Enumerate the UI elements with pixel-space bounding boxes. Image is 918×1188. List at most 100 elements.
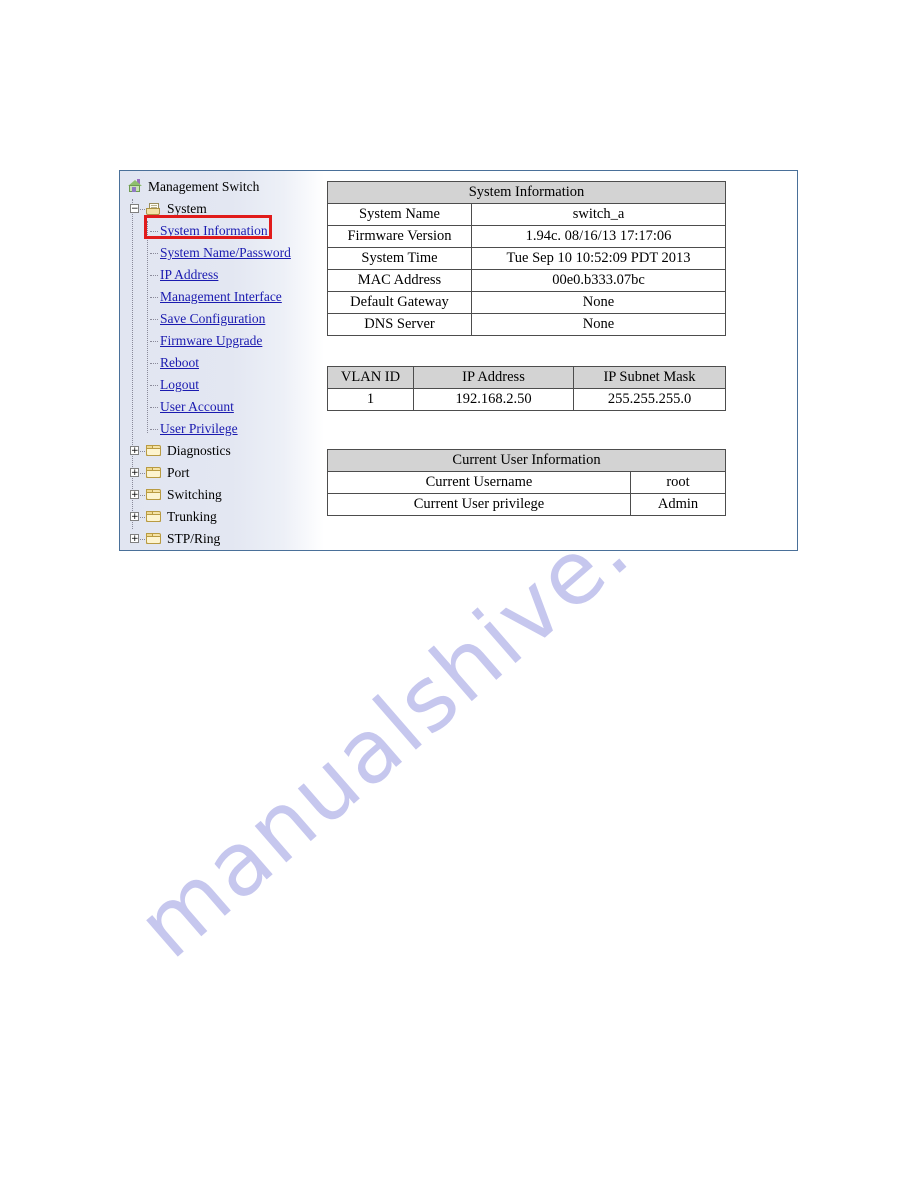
table-row: System Time Tue Sep 10 10:52:09 PDT 2013 bbox=[327, 247, 726, 270]
table-header-row: System Information bbox=[327, 181, 726, 204]
table-row: 1 192.168.2.50 255.255.255.0 bbox=[327, 388, 726, 411]
row-value: Tue Sep 10 10:52:09 PDT 2013 bbox=[471, 247, 726, 270]
row-label: Current Username bbox=[327, 471, 631, 494]
home-icon bbox=[126, 179, 143, 194]
collapse-expander-icon[interactable]: − bbox=[130, 204, 139, 214]
tree-item-firmware-upgrade[interactable]: Firmware Upgrade bbox=[122, 330, 324, 352]
table-header-row: VLAN ID IP Address IP Subnet Mask bbox=[327, 366, 726, 389]
tree-item-stp-ring[interactable]: + STP/Ring bbox=[122, 528, 324, 550]
row-value: switch_a bbox=[471, 203, 726, 226]
switch-web-ui-panel: Management Switch − System System Inform… bbox=[119, 170, 798, 551]
tree-item-label[interactable]: System Information bbox=[160, 220, 268, 242]
tree-item-system-name-password[interactable]: System Name/Password bbox=[122, 242, 324, 264]
table-header-row: Current User Information bbox=[327, 449, 726, 472]
table-cell: 1 bbox=[327, 388, 414, 411]
tree-connector-line bbox=[150, 407, 158, 408]
tree-item-trunking[interactable]: + Trunking bbox=[122, 506, 324, 528]
vlan-ip-table: VLAN ID IP Address IP Subnet Mask 1 192.168… bbox=[327, 366, 726, 411]
expand-expander-icon[interactable]: + bbox=[130, 512, 139, 522]
tree-connector-line bbox=[150, 363, 158, 364]
table-row: Current Username root bbox=[327, 471, 726, 494]
tree-item-label[interactable]: User Account bbox=[160, 396, 234, 418]
row-label: Default Gateway bbox=[327, 291, 472, 314]
tree-item-label: System bbox=[167, 201, 207, 216]
column-header: VLAN ID bbox=[327, 366, 414, 389]
row-value: Admin bbox=[630, 493, 726, 516]
tree-connector-line bbox=[150, 253, 158, 254]
tree-connector-line bbox=[150, 429, 158, 430]
table-row: System Name switch_a bbox=[327, 203, 726, 226]
tree-item-management-interface[interactable]: Management Interface bbox=[122, 286, 324, 308]
tree-connector-line bbox=[140, 473, 145, 474]
table-row: Firmware Version 1.94c. 08/16/13 17:17:06 bbox=[327, 225, 726, 248]
tree-item-diagnostics[interactable]: + Diagnostics bbox=[122, 440, 324, 462]
tree-connector-line bbox=[140, 495, 145, 496]
tree-item-label[interactable]: IP Address bbox=[160, 264, 218, 286]
column-header: IP Address bbox=[413, 366, 574, 389]
row-value: 1.94c. 08/16/13 17:17:06 bbox=[471, 225, 726, 248]
folder-icon bbox=[146, 467, 162, 479]
current-user-information-body: Current Username root Current User privile… bbox=[327, 471, 726, 516]
tree-item-switching[interactable]: + Switching bbox=[122, 484, 324, 506]
table-row: Current User privilege Admin bbox=[327, 493, 726, 516]
folder-icon bbox=[146, 489, 162, 501]
tree-connector-line bbox=[150, 385, 158, 386]
current-user-information-table: Current User Information Current Usernam… bbox=[327, 449, 726, 516]
tree-item-user-account[interactable]: User Account bbox=[122, 396, 324, 418]
folder-icon bbox=[146, 511, 162, 523]
tree-item-management-switch[interactable]: Management Switch bbox=[122, 176, 324, 198]
tree-item-label: Management Switch bbox=[148, 179, 260, 194]
tree-connector-line bbox=[140, 517, 145, 518]
vlan-table-body: 1 192.168.2.50 255.255.255.0 bbox=[327, 388, 726, 411]
expand-expander-icon[interactable]: + bbox=[130, 468, 139, 478]
row-label: Firmware Version bbox=[327, 225, 472, 248]
tree-connector-line bbox=[150, 341, 158, 342]
tree-item-label: Diagnostics bbox=[167, 443, 231, 458]
folder-icon bbox=[146, 445, 162, 457]
expand-expander-icon[interactable]: + bbox=[130, 534, 139, 544]
table-row: MAC Address 00e0.b333.07bc bbox=[327, 269, 726, 292]
folder-icon bbox=[146, 533, 162, 545]
tree-item-label[interactable]: User Privilege bbox=[160, 418, 238, 440]
tree-connector-line bbox=[150, 231, 158, 232]
tree-item-label[interactable]: Firmware Upgrade bbox=[160, 330, 262, 352]
tree-connector-line bbox=[140, 451, 145, 452]
tree-item-ip-address[interactable]: IP Address bbox=[122, 264, 324, 286]
expand-expander-icon[interactable]: + bbox=[130, 490, 139, 500]
tree-connector-line bbox=[150, 275, 158, 276]
tree-item-label[interactable]: System Name/Password bbox=[160, 242, 291, 264]
table-cell: 255.255.255.0 bbox=[573, 388, 726, 411]
current-user-information-title: Current User Information bbox=[327, 449, 726, 472]
tree-item-logout[interactable]: Logout bbox=[122, 374, 324, 396]
row-label: System Time bbox=[327, 247, 472, 270]
tree-item-label[interactable]: Management Interface bbox=[160, 286, 282, 308]
tree-item-system[interactable]: − System bbox=[122, 198, 324, 220]
table-row: Default Gateway None bbox=[327, 291, 726, 314]
system-information-table: System Information System Name switch_a Fi… bbox=[327, 181, 726, 336]
row-value: None bbox=[471, 291, 726, 314]
tree-item-label: Trunking bbox=[167, 509, 217, 524]
tree-connector-line bbox=[150, 319, 158, 320]
system-information-title: System Information bbox=[327, 181, 726, 204]
tree-item-label[interactable]: Reboot bbox=[160, 352, 199, 374]
tree-connector-line bbox=[150, 297, 158, 298]
table-cell: 192.168.2.50 bbox=[413, 388, 574, 411]
tree-item-label: Switching bbox=[167, 487, 222, 502]
navigation-tree: Management Switch − System System Inform… bbox=[120, 171, 324, 550]
row-label: System Name bbox=[327, 203, 472, 226]
tree-group-folders: + Diagnostics + Port + Switching + Trunking + STP… bbox=[122, 440, 324, 550]
tree-item-user-privilege[interactable]: User Privilege bbox=[122, 418, 324, 440]
tree-item-label: Port bbox=[167, 465, 190, 480]
tree-item-label[interactable]: Save Configuration bbox=[160, 308, 265, 330]
tree-connector-line bbox=[140, 209, 145, 210]
tree-item-port[interactable]: + Port bbox=[122, 462, 324, 484]
expand-expander-icon[interactable]: + bbox=[130, 446, 139, 456]
tree-item-save-configuration[interactable]: Save Configuration bbox=[122, 308, 324, 330]
open-folder-document-icon bbox=[146, 203, 162, 216]
tree-item-label[interactable]: Logout bbox=[160, 374, 199, 396]
tree-item-reboot[interactable]: Reboot bbox=[122, 352, 324, 374]
tree-item-system-information[interactable]: System Information bbox=[122, 220, 324, 242]
table-row: DNS Server None bbox=[327, 313, 726, 336]
row-label: DNS Server bbox=[327, 313, 472, 336]
tree-connector-line bbox=[140, 539, 145, 540]
